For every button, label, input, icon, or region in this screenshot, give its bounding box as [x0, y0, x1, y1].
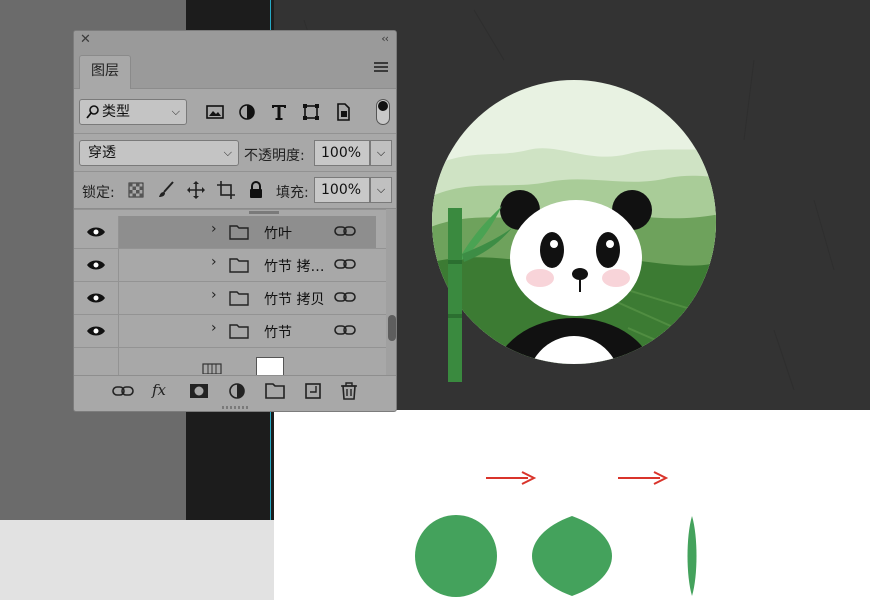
layer-row-bamboo-joint-copy[interactable]: › 竹节 拷贝: [74, 282, 376, 314]
adjustment-layer-icon[interactable]: [226, 381, 248, 401]
lock-all-icon[interactable]: [246, 180, 266, 200]
fill-field[interactable]: 100%: [314, 177, 370, 203]
filter-type-select[interactable]: 类型 ⌵: [79, 99, 187, 125]
lock-label: 锁定:: [82, 185, 115, 201]
layers-panel[interactable]: ✕ ‹‹ 图层 类型 ⌵ 穿透 ⌵ 不透明度: 100% ⌵ 锁定: 填充: 1…: [73, 30, 397, 412]
layers-scrollbar[interactable]: [386, 209, 396, 375]
link-icon: [334, 259, 356, 269]
visibility-eye-icon[interactable]: [86, 225, 106, 239]
chevron-down-icon: ⌵: [171, 105, 180, 118]
blend-row: 穿透 ⌵ 不透明度: 100% ⌵: [74, 133, 396, 171]
smart-object-filter-icon[interactable]: [332, 101, 354, 123]
adjustment-thumbnail-icon: [202, 363, 222, 374]
opacity-field[interactable]: 100%: [314, 140, 370, 166]
filter-toggle[interactable]: [376, 99, 390, 125]
red-arrow-icon: [486, 471, 537, 485]
layers-toolbar: fx: [74, 375, 396, 405]
lock-move-icon[interactable]: [186, 180, 206, 200]
leaf-shape-steps: [415, 471, 697, 597]
lock-paint-icon[interactable]: [156, 180, 176, 200]
expand-chevron-icon[interactable]: ›: [211, 221, 217, 237]
add-mask-icon[interactable]: [188, 381, 210, 401]
expand-chevron-icon[interactable]: ›: [211, 320, 217, 336]
lock-row: 锁定: 填充: 100% ⌵: [74, 171, 396, 209]
blend-mode-value: 穿透: [88, 145, 116, 161]
thin-leaf-shape: [687, 516, 697, 596]
folder-icon: [229, 324, 249, 339]
adjustment-filter-icon[interactable]: [236, 101, 258, 123]
link-icon: [334, 325, 356, 335]
scrolled-layer-edge: [249, 211, 279, 214]
blend-mode-select[interactable]: 穿透 ⌵: [79, 140, 239, 166]
search-icon: [86, 105, 99, 119]
layer-name: 竹节 拷贝: [264, 292, 325, 308]
visibility-eye-icon[interactable]: [86, 324, 106, 338]
fill-label: 填充:: [276, 185, 309, 201]
resize-grip[interactable]: [222, 405, 248, 411]
opacity-label: 不透明度:: [244, 148, 305, 164]
chevron-down-icon: ⌵: [223, 146, 232, 159]
delete-icon[interactable]: [338, 381, 360, 401]
shape-filter-icon[interactable]: [300, 101, 322, 123]
filter-icons: [204, 101, 359, 125]
layer-name: 竹叶: [264, 226, 292, 242]
fill-dropdown-button[interactable]: ⌵: [370, 177, 392, 203]
panel-menu-icon[interactable]: [374, 62, 388, 72]
lock-artboard-icon[interactable]: [216, 180, 236, 200]
layer-row-bamboo-leaf[interactable]: › 竹叶: [74, 216, 376, 248]
tab-layers[interactable]: 图层: [79, 55, 131, 89]
panda-illustration: [432, 80, 716, 382]
layer-name: 竹节: [264, 325, 292, 341]
folder-icon: [229, 258, 249, 273]
panel-title-bar[interactable]: ✕ ‹‹: [74, 31, 396, 49]
mask-thumbnail[interactable]: [256, 357, 284, 375]
pointed-leaf-shape: [532, 516, 612, 596]
opacity-dropdown-button[interactable]: ⌵: [370, 140, 392, 166]
link-layers-icon[interactable]: [112, 381, 134, 401]
new-layer-icon[interactable]: [302, 381, 324, 401]
circle-shape: [415, 515, 497, 597]
close-icon[interactable]: ✕: [80, 32, 91, 47]
layer-row-partial[interactable]: [74, 348, 376, 375]
type-filter-icon[interactable]: [268, 101, 290, 123]
visibility-eye-icon[interactable]: [86, 258, 106, 272]
folder-icon: [229, 225, 249, 240]
collapse-icon[interactable]: ‹‹: [381, 32, 389, 45]
scrollbar-thumb[interactable]: [388, 315, 396, 341]
expand-chevron-icon[interactable]: ›: [211, 287, 217, 303]
new-group-icon[interactable]: [264, 381, 286, 401]
fx-icon[interactable]: fx: [152, 381, 174, 401]
image-filter-icon[interactable]: [204, 101, 226, 123]
layer-row-bamboo-joint[interactable]: › 竹节: [74, 315, 376, 347]
workspace-lower-background: [0, 520, 274, 600]
visibility-eye-icon[interactable]: [86, 291, 106, 305]
panel-tab-bar: 图层: [74, 49, 396, 89]
red-arrow-icon: [618, 471, 669, 485]
layer-row-bamboo-joint-copy-2[interactable]: › 竹节 拷…: [74, 249, 376, 281]
link-icon: [334, 292, 356, 302]
link-icon: [334, 226, 356, 236]
expand-chevron-icon[interactable]: ›: [211, 254, 217, 270]
layers-list: › 竹叶 › 竹节 拷… › 竹节 拷贝 › 竹节: [74, 209, 386, 375]
layer-name: 竹节 拷…: [264, 259, 325, 275]
filter-type-label: 类型: [102, 104, 130, 120]
lock-transparent-icon[interactable]: [126, 180, 146, 200]
folder-icon: [229, 291, 249, 306]
